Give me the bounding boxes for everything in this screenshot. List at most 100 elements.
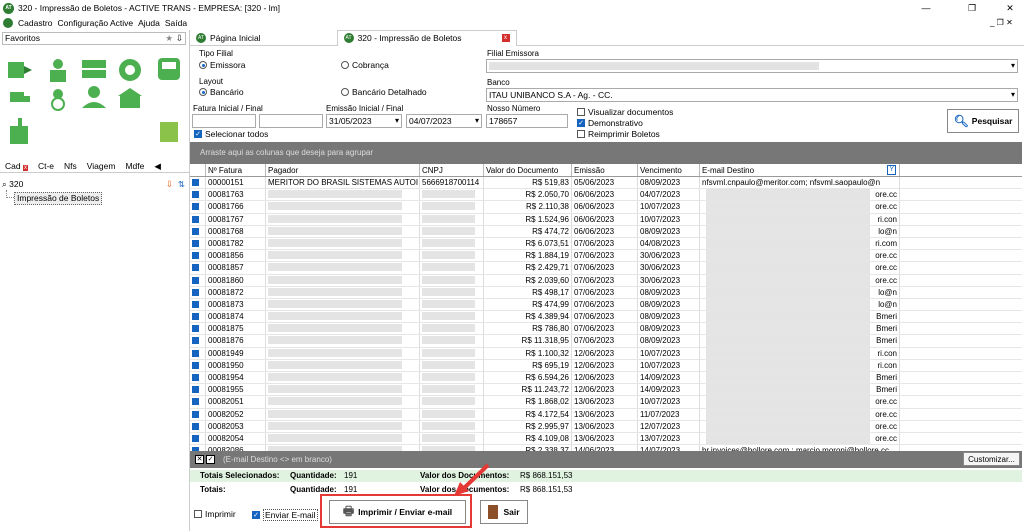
- row-checkbox[interactable]: [190, 372, 206, 384]
- close-tab-icon[interactable]: x: [501, 34, 510, 42]
- table-row[interactable]: 00081873 R$ 474,99 07/06/2023 08/09/2023 lo@…: [190, 298, 1022, 312]
- menu-search[interactable]: ⌕ 320 ⇩ ⇅: [2, 178, 187, 191]
- table-row[interactable]: 00081872 R$ 498,17 07/06/2023 08/09/2023 lo@…: [190, 286, 1022, 299]
- menu-cadastro[interactable]: Cadastro: [18, 18, 53, 28]
- table-row[interactable]: 00081767 R$ 1.524,96 06/06/2023 10/07/2023 r…: [190, 213, 1022, 226]
- maximize-button[interactable]: ❐: [958, 0, 986, 16]
- table-row[interactable]: 00082052 R$ 4.172,54 13/06/2023 11/07/2023 o…: [190, 408, 1022, 421]
- row-checkbox[interactable]: [190, 408, 206, 420]
- tab-mdfe[interactable]: Mdfe: [120, 159, 149, 172]
- enviar-email-checkbox[interactable]: ✓ Enviar E-mail: [252, 509, 318, 521]
- table-row[interactable]: 00081856 R$ 1.884,19 07/06/2023 30/06/2023 o…: [190, 250, 1022, 263]
- filter-icon[interactable]: Y: [887, 165, 896, 175]
- imprimir-checkbox[interactable]: Imprimir: [194, 509, 236, 519]
- tab-cad[interactable]: Cad x: [0, 159, 33, 172]
- row-checkbox[interactable]: [190, 420, 206, 432]
- table-row[interactable]: 00081950 R$ 695,19 12/06/2023 10/07/2023 ri.…: [190, 359, 1022, 372]
- table-row[interactable]: 00081768 R$ 474,72 06/06/2023 08/09/2023 lo@…: [190, 225, 1022, 238]
- table-row[interactable]: 00081766 R$ 2.110,38 06/06/2023 10/07/2023 o…: [190, 201, 1022, 214]
- column-header[interactable]: Nº Fatura: [206, 164, 266, 176]
- row-checkbox[interactable]: [190, 274, 206, 286]
- close-window-button[interactable]: ✕: [996, 0, 1024, 16]
- pesquisar-button[interactable]: 🔍︎ Pesquisar: [947, 109, 1019, 133]
- table-row[interactable]: 00081782 R$ 6.073,51 07/06/2023 04/08/2023 r…: [190, 237, 1022, 251]
- table-row[interactable]: 00081860 R$ 2.039,60 07/06/2023 30/06/2023 o…: [190, 274, 1022, 287]
- sort-numeric-icon[interactable]: ⇅: [178, 178, 185, 191]
- tab-viagem[interactable]: Viagem: [82, 159, 121, 172]
- emissao-inicial-input[interactable]: 31/05/2023: [326, 114, 402, 128]
- favorites-dropdown[interactable]: Favoritos ★ ⇩: [2, 32, 186, 45]
- table-row[interactable]: 00081949 R$ 1.100,32 12/06/2023 10/07/2023 r…: [190, 347, 1022, 360]
- filter-enabled-checkbox[interactable]: ✓: [206, 455, 215, 464]
- reimprimir-checkbox[interactable]: Reimprimir Boletos: [577, 129, 660, 139]
- row-checkbox[interactable]: [190, 250, 206, 262]
- row-checkbox[interactable]: [190, 189, 206, 201]
- close-icon[interactable]: x: [22, 165, 28, 171]
- row-checkbox[interactable]: [190, 237, 206, 250]
- row-checkbox[interactable]: [190, 347, 206, 359]
- radio-emissora[interactable]: Emissora: [199, 60, 245, 70]
- imprimir-enviar-button[interactable]: 🖶 Imprimir / Enviar e-mail: [329, 500, 466, 524]
- column-header[interactable]: Vencimento: [638, 164, 700, 176]
- header-select-column[interactable]: [190, 164, 206, 176]
- visualizar-checkbox[interactable]: Visualizar documentos: [577, 107, 673, 117]
- demonstrativo-checkbox[interactable]: ✓ Demonstrativo: [577, 118, 643, 128]
- row-checkbox[interactable]: [190, 286, 206, 298]
- menu-saida[interactable]: Saída: [165, 18, 187, 28]
- row-checkbox[interactable]: [190, 323, 206, 335]
- row-checkbox[interactable]: [190, 177, 206, 189]
- column-header[interactable]: Pagador: [266, 164, 420, 176]
- menu-configuracao[interactable]: Configuração Active: [58, 18, 134, 28]
- tab-nfs[interactable]: Nfs: [59, 159, 82, 172]
- row-checkbox[interactable]: [190, 213, 206, 225]
- fatura-final-input[interactable]: [259, 114, 323, 128]
- row-checkbox[interactable]: [190, 396, 206, 408]
- tabs-scroll-left-icon[interactable]: ◀: [149, 159, 166, 172]
- column-header[interactable]: E-mail Destino Y: [700, 164, 900, 176]
- sort-icon[interactable]: ⇩: [166, 178, 173, 191]
- column-header[interactable]: CNPJ: [420, 164, 484, 176]
- selecionar-todos-checkbox[interactable]: ✓ Selecionar todos: [194, 129, 268, 139]
- row-checkbox[interactable]: [190, 384, 206, 396]
- radio-cobranca[interactable]: Cobrança: [341, 60, 389, 70]
- row-checkbox[interactable]: [190, 359, 206, 371]
- mdi-controls[interactable]: _ ❐ ✕: [990, 18, 1013, 27]
- emissao-final-input[interactable]: 04/07/2023: [406, 114, 482, 128]
- table-row[interactable]: 00082054 R$ 4.109,08 13/06/2023 13/07/2023 o…: [190, 432, 1022, 446]
- radio-bancario[interactable]: Bancário: [199, 87, 244, 97]
- pin-icon[interactable]: ⇩: [176, 33, 183, 44]
- row-checkbox[interactable]: [190, 335, 206, 347]
- row-checkbox[interactable]: [190, 201, 206, 213]
- row-checkbox[interactable]: [190, 298, 206, 311]
- row-checkbox[interactable]: [190, 262, 206, 274]
- table-row[interactable]: 00081955 R$ 11.243,72 12/06/2023 14/09/2023…: [190, 384, 1022, 397]
- star-icon[interactable]: ★: [165, 33, 173, 44]
- table-row[interactable]: 00000151 MERITOR DO BRASIL SISTEMAS AUTOI…: [190, 177, 1022, 190]
- filial-emissora-select[interactable]: [486, 59, 1018, 73]
- table-row[interactable]: 00081875 R$ 786,80 07/06/2023 08/09/2023 Bme…: [190, 323, 1022, 336]
- tab-cte[interactable]: Ct-e: [33, 159, 59, 172]
- menu-ajuda[interactable]: Ajuda: [138, 18, 160, 28]
- table-row[interactable]: 00081954 R$ 6.594,26 12/06/2023 14/09/2023 B…: [190, 372, 1022, 385]
- table-row[interactable]: 00081857 R$ 2.429,71 07/06/2023 30/06/2023 o…: [190, 262, 1022, 275]
- clear-filter-icon[interactable]: ✕: [195, 455, 204, 464]
- menu-search-input[interactable]: 320: [9, 179, 23, 189]
- column-header[interactable]: Valor do Documento: [484, 164, 572, 176]
- table-row[interactable]: 00082051 R$ 1.868,02 13/06/2023 10/07/2023 o…: [190, 396, 1022, 409]
- group-by-area[interactable]: Arraste aqui as colunas que deseja para …: [190, 142, 1022, 164]
- column-header[interactable]: Emissão: [572, 164, 638, 176]
- row-checkbox[interactable]: [190, 432, 206, 445]
- nosso-numero-input[interactable]: 178657: [486, 114, 568, 128]
- tab-pagina-inicial[interactable]: AT Página Inicial: [190, 30, 267, 46]
- table-row[interactable]: 00081763 R$ 2.050,70 06/06/2023 04/07/2023 o…: [190, 189, 1022, 202]
- banco-select[interactable]: ITAU UNIBANCO S.A - Ag. - CC.: [486, 88, 1018, 102]
- minimize-button[interactable]: —: [912, 0, 940, 16]
- table-row[interactable]: 00081876 R$ 11.318,95 07/06/2023 08/09/2023…: [190, 335, 1022, 348]
- row-checkbox[interactable]: [190, 225, 206, 237]
- table-row[interactable]: 00082053 R$ 2.995,97 13/06/2023 12/07/2023 o…: [190, 420, 1022, 433]
- shortcut-icons-svg[interactable]: [6, 56, 186, 152]
- table-row[interactable]: 00081874 R$ 4.389,94 07/06/2023 08/09/2023 B…: [190, 311, 1022, 324]
- fatura-inicial-input[interactable]: [192, 114, 256, 128]
- radio-bancario-detalhado[interactable]: Bancário Detalhado: [341, 87, 427, 97]
- tab-impressao-boletos[interactable]: AT 320 - Impressão de Boletos x: [336, 29, 517, 46]
